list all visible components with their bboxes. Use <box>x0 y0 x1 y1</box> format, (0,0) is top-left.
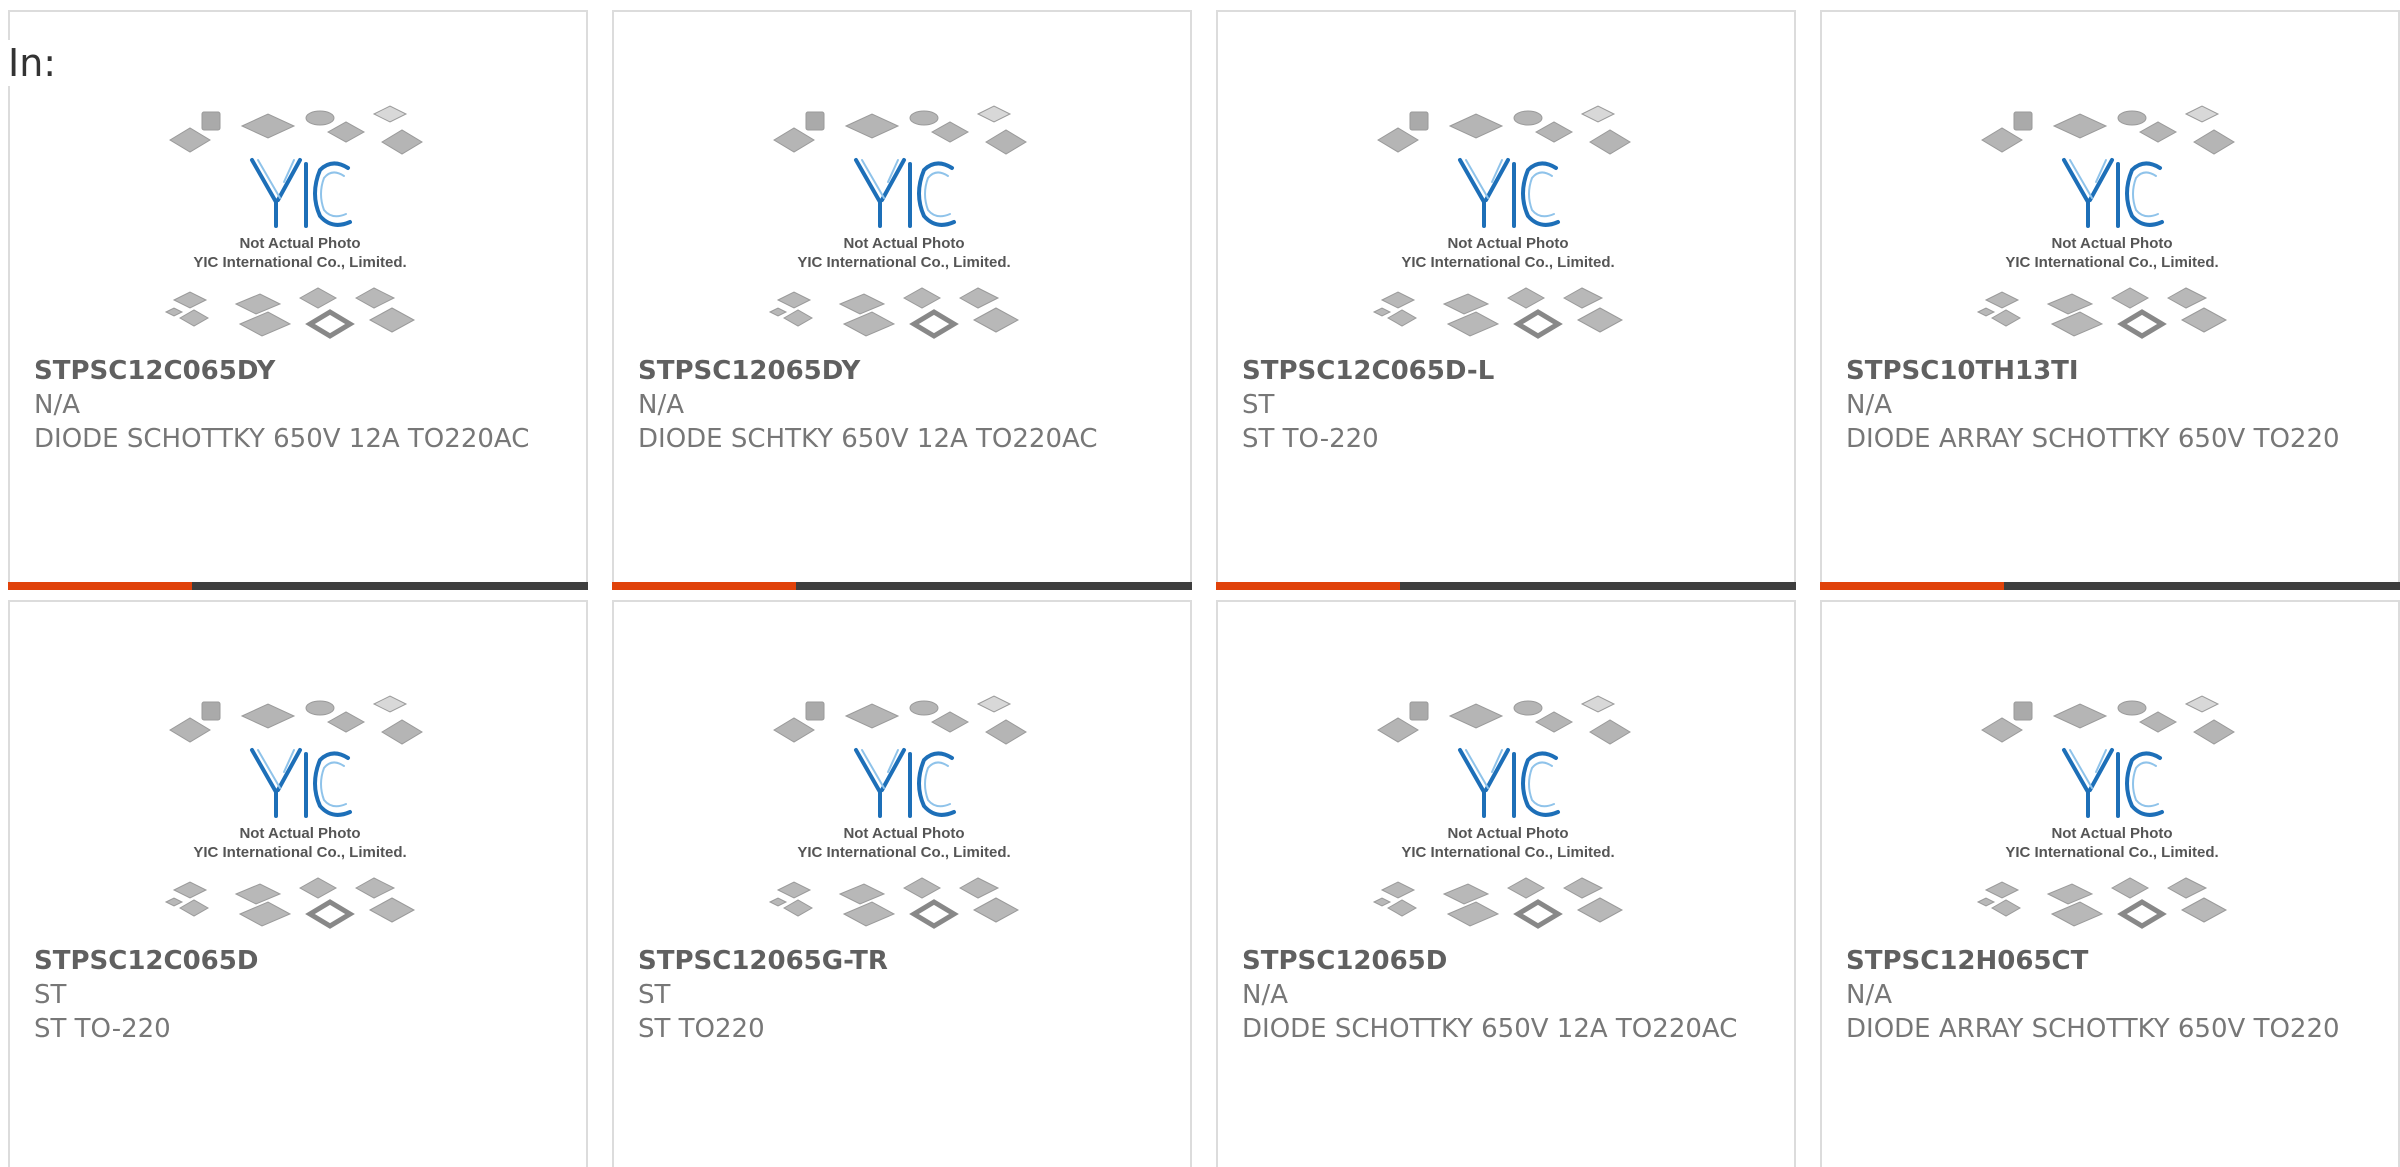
product-card[interactable]: Not Actual Photo YIC International Co., … <box>1820 10 2400 590</box>
manufacturer: N/A <box>1242 980 1288 1010</box>
part-number-link[interactable]: STPSC12065D <box>1242 944 1774 978</box>
part-number-link[interactable]: STPSC12C065D <box>34 944 566 978</box>
product-card[interactable]: Not Actual Photo YIC International Co., … <box>8 10 588 590</box>
product-placeholder-image[interactable]: Not Actual Photo YIC International Co., … <box>160 98 440 348</box>
manufacturer: N/A <box>34 390 80 420</box>
product-info: STPSC12C065D ST ST TO-220 <box>34 944 566 1046</box>
manufacturer: ST <box>34 980 67 1010</box>
product-card[interactable]: Not Actual Photo YIC International Co., … <box>1216 600 1796 1167</box>
placeholder-company: YIC International Co., Limited. <box>2005 844 2218 861</box>
placeholder-caption: Not Actual Photo <box>2051 235 2172 252</box>
placeholder-caption: Not Actual Photo <box>843 235 964 252</box>
product-card[interactable]: Not Actual Photo YIC International Co., … <box>1820 600 2400 1167</box>
card-accent-bar <box>1216 582 1400 590</box>
manufacturer: N/A <box>1846 390 1892 420</box>
product-info: STPSC12065G-TR ST ST TO220 <box>638 944 1170 1046</box>
placeholder-company: YIC International Co., Limited. <box>1401 844 1614 861</box>
description: DIODE ARRAY SCHOTTKY 650V TO220 <box>1846 424 2340 454</box>
placeholder-company: YIC International Co., Limited. <box>193 254 406 271</box>
placeholder-caption: Not Actual Photo <box>239 235 360 252</box>
card-accent-bar <box>612 582 796 590</box>
placeholder-company: YIC International Co., Limited. <box>1401 254 1614 271</box>
product-info: STPSC12H065CT N/A DIODE ARRAY SCHOTTKY 650… <box>1846 944 2378 1046</box>
product-info: STPSC12065DY N/A DIODE SCHTKY 650V 12A TO2… <box>638 354 1170 456</box>
placeholder-caption: Not Actual Photo <box>1447 825 1568 842</box>
product-info: STPSC12065D N/A DIODE SCHOTTKY 650V 12A TO… <box>1242 944 1774 1046</box>
placeholder-company: YIC International Co., Limited. <box>2005 254 2218 271</box>
placeholder-caption: Not Actual Photo <box>1447 235 1568 252</box>
filter-label: In: <box>8 40 61 86</box>
product-placeholder-image[interactable]: Not Actual Photo YIC International Co., … <box>1368 98 1648 348</box>
product-card[interactable]: Not Actual Photo YIC International Co., … <box>612 600 1192 1167</box>
product-info: STPSC12C065DY N/A DIODE SCHOTTKY 650V 12A … <box>34 354 566 456</box>
manufacturer: N/A <box>638 390 684 420</box>
description: ST TO-220 <box>1242 424 1379 454</box>
placeholder-company: YIC International Co., Limited. <box>797 254 1010 271</box>
part-number-link[interactable]: STPSC12C065D-L <box>1242 354 1774 388</box>
product-placeholder-image[interactable]: Not Actual Photo YIC International Co., … <box>1368 688 1648 938</box>
placeholder-company: YIC International Co., Limited. <box>193 844 406 861</box>
product-card[interactable]: Not Actual Photo YIC International Co., … <box>8 600 588 1167</box>
placeholder-caption: Not Actual Photo <box>843 825 964 842</box>
description: ST TO-220 <box>34 1014 171 1044</box>
product-info: STPSC10TH13TI N/A DIODE ARRAY SCHOTTKY 650… <box>1846 354 2378 456</box>
part-number-link[interactable]: STPSC12065DY <box>638 354 1170 388</box>
card-accent-bar <box>8 582 192 590</box>
product-placeholder-image[interactable]: Not Actual Photo YIC International Co., … <box>1972 98 2252 348</box>
description: DIODE SCHTKY 650V 12A TO220AC <box>638 424 1098 454</box>
product-info: STPSC12C065D-L ST ST TO-220 <box>1242 354 1774 456</box>
card-footer-bar <box>1820 582 2400 590</box>
card-accent-bar <box>1820 582 2004 590</box>
part-number-link[interactable]: STPSC12065G-TR <box>638 944 1170 978</box>
manufacturer: ST <box>1242 390 1275 420</box>
part-number-link[interactable]: STPSC10TH13TI <box>1846 354 2378 388</box>
product-placeholder-image[interactable]: Not Actual Photo YIC International Co., … <box>1972 688 2252 938</box>
part-number-link[interactable]: STPSC12H065CT <box>1846 944 2378 978</box>
product-card[interactable]: Not Actual Photo YIC International Co., … <box>1216 10 1796 590</box>
description: DIODE ARRAY SCHOTTKY 650V TO220 <box>1846 1014 2340 1044</box>
placeholder-caption: Not Actual Photo <box>2051 825 2172 842</box>
placeholder-company: YIC International Co., Limited. <box>797 844 1010 861</box>
description: DIODE SCHOTTKY 650V 12A TO220AC <box>1242 1014 1738 1044</box>
product-listing-page: Not Actual Photo YIC International Co., … <box>0 0 2400 1167</box>
part-number-link[interactable]: STPSC12C065DY <box>34 354 566 388</box>
card-footer-bar <box>1216 582 1796 590</box>
product-card[interactable]: Not Actual Photo YIC International Co., … <box>612 10 1192 590</box>
manufacturer: N/A <box>1846 980 1892 1010</box>
description: ST TO220 <box>638 1014 765 1044</box>
description: DIODE SCHOTTKY 650V 12A TO220AC <box>34 424 530 454</box>
card-footer-bar <box>612 582 1192 590</box>
placeholder-caption: Not Actual Photo <box>239 825 360 842</box>
manufacturer: ST <box>638 980 671 1010</box>
card-footer-bar <box>8 582 588 590</box>
product-placeholder-image[interactable]: Not Actual Photo YIC International Co., … <box>764 688 1044 938</box>
product-placeholder-image[interactable]: Not Actual Photo YIC International Co., … <box>764 98 1044 348</box>
product-placeholder-image[interactable]: Not Actual Photo YIC International Co., … <box>160 688 440 938</box>
